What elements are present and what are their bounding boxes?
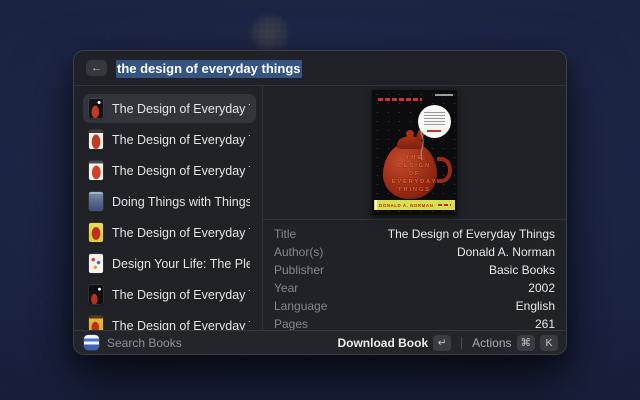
metadata-row: Pages 261: [274, 315, 555, 330]
book-thumbnail: [89, 161, 103, 180]
speech-bubble: [418, 105, 451, 138]
wallpaper-motif: [248, 12, 294, 52]
metadata-panel: Title The Design of Everyday Things Auth…: [263, 220, 566, 330]
book-title: Design Your Life: The Pleasu...: [112, 257, 250, 271]
book-cover: THE DESIGN OF EVERYDAY THINGS DONALD A. …: [372, 90, 457, 215]
k-key-badge: K: [540, 335, 558, 351]
list-item[interactable]: The Design of Everyday Thin...: [83, 218, 256, 247]
footer-bar: Search Books Download Book ↵ Actions ⌘ K: [74, 330, 566, 354]
metadata-value: English: [516, 299, 555, 313]
metadata-value: 261: [535, 317, 555, 330]
book-thumbnail: [89, 192, 103, 211]
metadata-value: Basic Books: [489, 263, 555, 277]
metadata-label: Publisher: [274, 263, 324, 277]
book-search-app-icon: [84, 335, 99, 350]
book-thumbnail: [89, 130, 103, 149]
book-title: The Design of Everyday Thin...: [112, 226, 250, 240]
band-dashes: [438, 204, 451, 206]
back-button[interactable]: ←: [86, 60, 107, 76]
book-thumbnail: [89, 99, 103, 118]
metadata-label: Title: [274, 227, 296, 241]
book-thumbnail: [89, 316, 103, 330]
metadata-row: Year 2002: [274, 279, 555, 297]
book-thumbnail: [89, 285, 103, 304]
detail-panel: THE DESIGN OF EVERYDAY THINGS DONALD A. …: [262, 86, 566, 330]
cover-author-band: DONALD A. NORMAN: [374, 200, 455, 210]
metadata-label: Year: [274, 281, 298, 295]
footer-app-label: Search Books: [107, 336, 182, 350]
list-item[interactable]: The Design of Everyday Thin...: [83, 125, 256, 154]
book-title: Doing Things with Things: T...: [112, 195, 250, 209]
book-title: The Design of Everyday Thin...: [112, 164, 250, 178]
footer-divider: [461, 337, 462, 349]
metadata-value: The Design of Everyday Things: [388, 227, 555, 241]
cmd-key-badge: ⌘: [517, 335, 536, 351]
book-title: The Design of Everyday Thin...: [112, 102, 250, 116]
list-item[interactable]: The Design of Everyday Thin...: [83, 280, 256, 309]
book-thumbnail: [89, 223, 103, 242]
search-window: ← the design of everyday things The Desi…: [73, 50, 567, 355]
metadata-label: Author(s): [274, 245, 323, 259]
list-item[interactable]: The Design of Everyday Thin...: [83, 94, 256, 123]
metadata-row: Language English: [274, 297, 555, 315]
book-thumbnail: [89, 254, 103, 273]
list-item[interactable]: Design Your Life: The Pleasu...: [83, 249, 256, 278]
search-input[interactable]: the design of everyday things: [116, 61, 302, 76]
book-title: The Design of Everyday Thin...: [112, 319, 250, 331]
metadata-label: Language: [274, 299, 327, 313]
metadata-row: Publisher Basic Books: [274, 261, 555, 279]
selected-query-text: the design of everyday things: [116, 60, 302, 78]
metadata-row: Author(s) Donald A. Norman: [274, 243, 555, 261]
cover-top-tagline: [378, 98, 422, 101]
metadata-row: Title The Design of Everyday Things: [274, 225, 555, 243]
results-list: The Design of Everyday Thin... The Desig…: [74, 86, 262, 330]
actions-button[interactable]: Actions: [472, 336, 511, 350]
cover-preview-area: THE DESIGN OF EVERYDAY THINGS DONALD A. …: [263, 86, 566, 220]
band-tick: [375, 200, 377, 210]
download-book-button[interactable]: Download Book: [337, 336, 428, 350]
metadata-value: 2002: [528, 281, 555, 295]
search-bar: ← the design of everyday things: [74, 51, 566, 86]
cover-title-text: THE DESIGN OF EVERYDAY THINGS: [372, 154, 457, 194]
metadata-label: Pages: [274, 317, 308, 330]
list-item[interactable]: Doing Things with Things: T...: [83, 187, 256, 216]
metadata-value: Donald A. Norman: [457, 245, 555, 259]
list-item[interactable]: The Design of Everyday Thin...: [83, 156, 256, 185]
cover-author-text: DONALD A. NORMAN: [379, 203, 433, 208]
list-item[interactable]: The Design of Everyday Thin...: [83, 311, 256, 330]
cover-top-right-line: [435, 94, 453, 96]
book-title: The Design of Everyday Thin...: [112, 288, 250, 302]
return-key-badge: ↵: [433, 335, 451, 351]
book-title: The Design of Everyday Thin...: [112, 133, 250, 147]
